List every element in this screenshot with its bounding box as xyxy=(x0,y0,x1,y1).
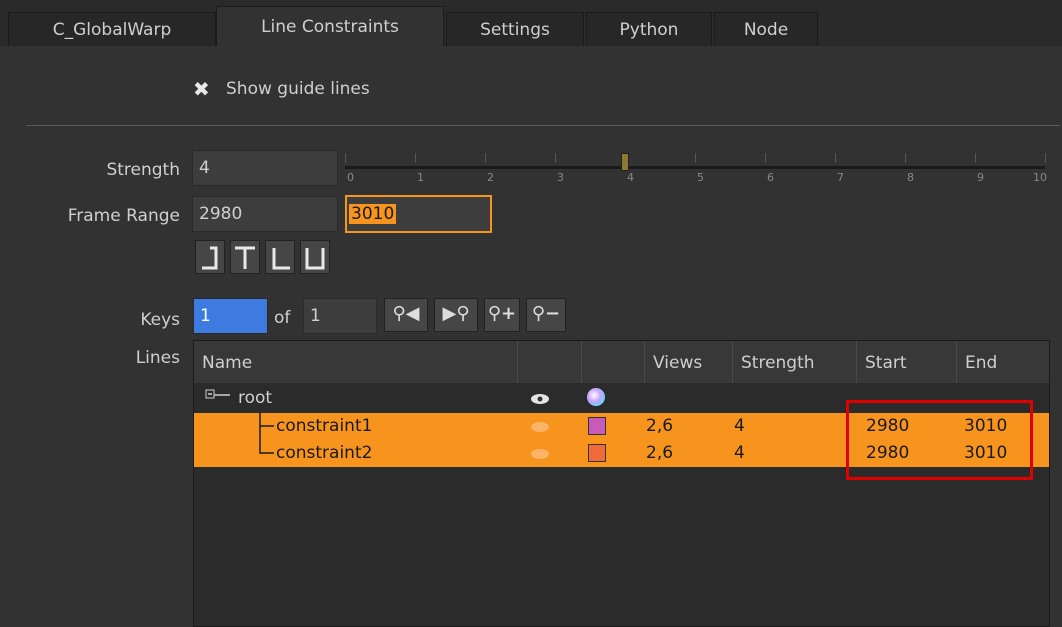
keys-current-input[interactable]: 1 xyxy=(193,298,268,334)
tree-branch-icon xyxy=(259,413,274,440)
set-end-frame-button[interactable] xyxy=(265,240,295,274)
slider-tick xyxy=(555,153,556,163)
bracket-full-icon xyxy=(305,248,325,270)
tab-settings[interactable]: Settings xyxy=(446,12,584,46)
eye-icon[interactable] xyxy=(530,393,550,405)
eye-icon[interactable] xyxy=(530,448,550,460)
frame-range-label: Frame Range xyxy=(67,206,180,226)
column-name[interactable]: Name xyxy=(194,341,518,383)
bracket-right-icon xyxy=(272,248,290,270)
prev-key-icon: ⚲◀ xyxy=(392,303,420,324)
divider xyxy=(26,125,1060,126)
lines-table-header: Name Views Strength Start End xyxy=(194,341,1049,383)
slider-tick-label: 1 xyxy=(417,171,424,184)
bracket-left-icon xyxy=(202,246,218,270)
strength-slider-track[interactable] xyxy=(345,166,1045,169)
remove-key-button[interactable]: ⚲− xyxy=(526,298,566,332)
slider-tick xyxy=(1045,153,1046,163)
row-views: 2,6 xyxy=(646,416,674,436)
slider-tick xyxy=(905,153,906,163)
t-bracket-icon xyxy=(235,246,255,269)
slider-tick xyxy=(975,153,976,163)
lines-label: Lines xyxy=(135,348,180,368)
slider-tick xyxy=(835,153,836,163)
color-wheel-icon[interactable] xyxy=(586,387,606,407)
set-both-frames-button[interactable] xyxy=(230,240,260,274)
slider-tick-label: 5 xyxy=(697,171,704,184)
column-color[interactable] xyxy=(582,341,645,383)
slider-tick-label: 2 xyxy=(487,171,494,184)
next-key-button[interactable]: ▶⚲ xyxy=(434,298,478,332)
column-views[interactable]: Views xyxy=(645,341,733,383)
strength-label: Strength xyxy=(106,160,180,180)
row-strength: 4 xyxy=(734,416,745,436)
keys-total-field: 1 xyxy=(303,298,377,334)
slider-tick xyxy=(765,153,766,163)
slider-tick-label: 9 xyxy=(977,171,984,184)
slider-tick-label: 7 xyxy=(837,171,844,184)
strength-slider-handle[interactable] xyxy=(621,153,629,171)
line-color-swatch[interactable] xyxy=(588,444,606,462)
highlight-annotation-box xyxy=(846,400,1033,480)
slider-tick-label: 10 xyxy=(1033,171,1047,184)
lines-table[interactable]: Name Views Strength Start End root const… xyxy=(193,340,1050,627)
row-name: constraint2 xyxy=(276,443,373,463)
set-full-range-button[interactable] xyxy=(300,240,330,274)
line-color-swatch[interactable] xyxy=(588,417,606,435)
tab-python[interactable]: Python xyxy=(586,12,712,46)
frame-range-end-value: 3010 xyxy=(349,204,397,224)
row-name: constraint1 xyxy=(276,416,373,436)
set-start-frame-button[interactable] xyxy=(195,240,225,274)
frame-range-start-input[interactable]: 2980 xyxy=(192,196,338,232)
slider-tick-label: 0 xyxy=(347,171,354,184)
slider-tick-label: 4 xyxy=(627,171,634,184)
column-end[interactable]: End xyxy=(957,341,1049,383)
slider-tick-label: 3 xyxy=(557,171,564,184)
keys-of-label: of xyxy=(274,308,291,328)
keys-label: Keys xyxy=(140,310,180,330)
slider-tick-label: 6 xyxy=(767,171,774,184)
eye-icon[interactable] xyxy=(530,421,550,433)
tab-c-globalwarp[interactable]: C_GlobalWarp xyxy=(8,12,216,46)
tree-collapse-icon[interactable] xyxy=(204,387,234,409)
root-name: root xyxy=(238,388,273,408)
slider-tick xyxy=(345,153,346,163)
tab-node[interactable]: Node xyxy=(714,12,818,46)
column-visibility[interactable] xyxy=(518,341,582,383)
column-strength[interactable]: Strength xyxy=(733,341,857,383)
slider-tick-label: 8 xyxy=(907,171,914,184)
slider-tick xyxy=(695,153,696,163)
add-key-button[interactable]: ⚲+ xyxy=(484,298,520,332)
row-views: 2,6 xyxy=(646,443,674,463)
add-key-icon: ⚲+ xyxy=(487,303,517,324)
tree-branch-end-icon xyxy=(259,440,274,454)
frame-range-end-input[interactable]: 3010 xyxy=(345,195,492,233)
remove-key-icon: ⚲− xyxy=(531,303,561,324)
show-guide-lines-label: Show guide lines xyxy=(226,79,370,99)
show-guide-lines-checkbox[interactable]: ✖ xyxy=(193,78,215,100)
tab-line-constraints[interactable]: Line Constraints xyxy=(216,6,444,46)
row-strength: 4 xyxy=(734,443,745,463)
column-start[interactable]: Start xyxy=(857,341,957,383)
next-key-icon: ▶⚲ xyxy=(442,303,470,324)
strength-input[interactable]: 4 xyxy=(192,150,338,186)
prev-key-button[interactable]: ⚲◀ xyxy=(384,298,428,332)
slider-tick xyxy=(485,153,486,163)
slider-tick xyxy=(415,153,416,163)
